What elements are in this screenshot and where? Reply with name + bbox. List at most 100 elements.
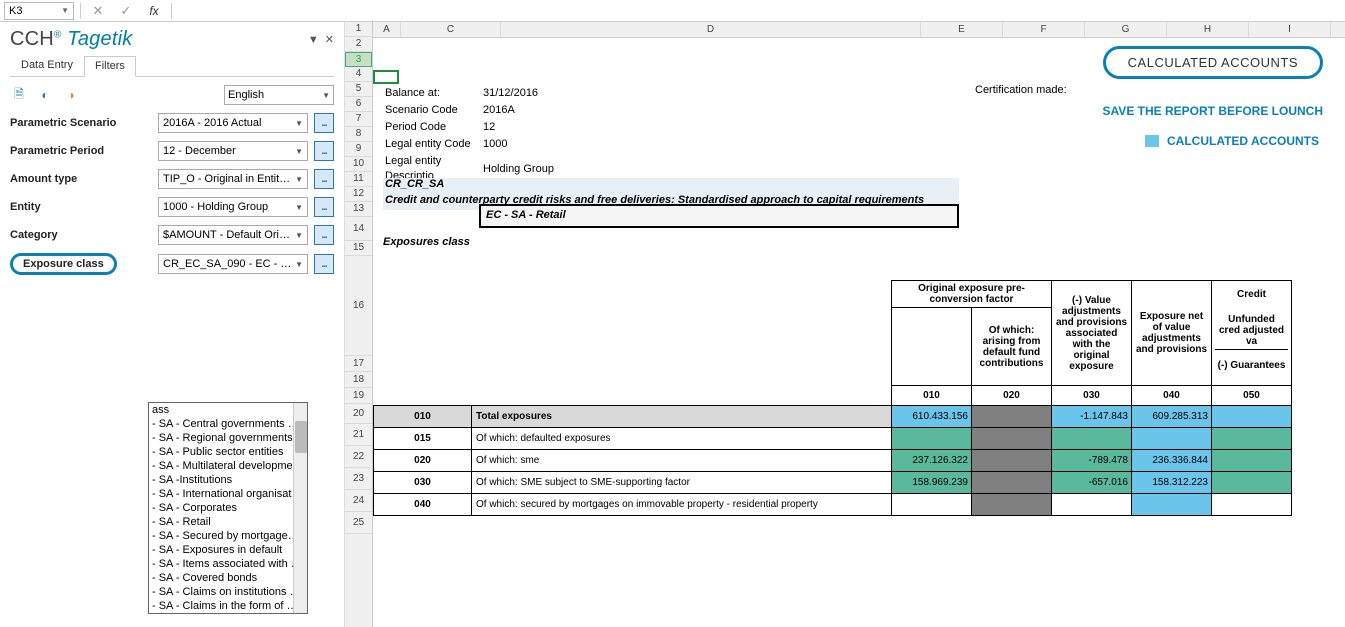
column-header[interactable]: D [501,22,921,37]
data-cell[interactable] [1052,494,1132,516]
column-header[interactable]: E [921,22,1003,37]
data-cell[interactable] [972,406,1052,428]
accept-formula-icon[interactable]: ✓ [115,2,137,20]
row-header[interactable]: 6 [345,97,372,112]
row-header[interactable]: 24 [345,490,372,512]
row-header[interactable]: 4 [345,67,372,82]
dropdown-option[interactable]: - SA - International organisation [149,487,307,501]
row-header[interactable]: 1 [345,22,372,37]
data-cell[interactable]: 236.336.844 [1132,450,1212,472]
dropdown-option[interactable]: - SA - Public sector entities [149,445,307,459]
row-header[interactable]: 19 [345,388,372,404]
row-header[interactable]: 22 [345,446,372,468]
doc-icon[interactable]: 🗎 [10,86,28,104]
data-cell[interactable] [1212,450,1292,472]
column-header[interactable]: I [1249,22,1331,37]
data-cell[interactable]: -1.147.843 [1052,406,1132,428]
dropdown-option[interactable]: - SA - Regional governments or [149,431,307,445]
tab-filters[interactable]: Filters [84,56,136,77]
data-cell[interactable]: -657.016 [1052,472,1132,494]
data-cell[interactable] [972,450,1052,472]
dropdown-option[interactable]: - SA - Secured by mortgages on [149,529,307,543]
dropdown-option[interactable]: - SA - Claims in the form of CIU [149,599,307,613]
dropdown-option[interactable]: - SA - Corporates [149,501,307,515]
select-amount[interactable]: TIP_O - Original in Entity curre▼ [158,169,308,189]
dropdown-option[interactable]: - SA - Retail [149,515,307,529]
data-cell[interactable]: -789.478 [1052,450,1132,472]
fish1-icon[interactable]: ◐ [36,86,54,104]
row-header[interactable]: 5 [345,82,372,97]
close-panel-icon[interactable]: ✕ [325,33,334,46]
scrollbar-thumb[interactable] [295,421,307,453]
selected-cell[interactable] [373,70,399,84]
select-exposure[interactable]: CR_EC_SA_090 - EC - SA - R▼ [158,254,308,274]
data-cell[interactable] [972,472,1052,494]
row-header[interactable]: 13 [345,202,372,217]
calculated-accounts-button[interactable]: CALCULATED ACCOUNTS [1103,46,1323,79]
dropdown-option[interactable]: ass [149,403,307,417]
data-cell[interactable] [1212,406,1292,428]
browse-entity[interactable]: ... [314,197,334,217]
row-header[interactable]: 12 [345,187,372,202]
data-cell[interactable] [892,494,972,516]
exposure-dropdown[interactable]: ass- SA - Central governments or c- SA -… [148,402,308,614]
data-cell[interactable] [1132,428,1212,450]
dropdown-option[interactable]: - SA - Covered bonds [149,571,307,585]
data-cell[interactable] [1052,428,1132,450]
save-report-link[interactable]: SAVE THE REPORT BEFORE LOUNCH [1103,104,1323,118]
row-header[interactable]: 21 [345,424,372,446]
column-header[interactable]: A [373,22,401,37]
fish2-icon[interactable]: ◑ [62,86,80,104]
dropdown-option[interactable]: - SA - Exposures in default [149,543,307,557]
column-header[interactable]: H [1167,22,1249,37]
data-cell[interactable] [972,428,1052,450]
browse-scenario[interactable]: ... [314,113,334,133]
fx-icon[interactable]: fx [143,2,165,20]
data-cell[interactable]: 609.285.313 [1132,406,1212,428]
browse-exposure[interactable]: ... [314,254,334,274]
row-header[interactable]: 11 [345,172,372,187]
select-entity[interactable]: 1000 - Holding Group▼ [158,197,308,217]
name-box[interactable]: K3 ▼ [4,2,74,20]
data-cell[interactable] [1212,428,1292,450]
data-cell[interactable]: 158.969.239 [892,472,972,494]
column-header[interactable]: G [1085,22,1167,37]
data-cell[interactable] [1212,472,1292,494]
row-header[interactable]: 20 [345,404,372,424]
browse-category[interactable]: ... [314,225,334,245]
row-header[interactable]: 16 [345,256,372,356]
column-header[interactable]: F [1003,22,1085,37]
dropdown-option[interactable]: - SA - Claims on institutions and [149,585,307,599]
data-cell[interactable] [972,494,1052,516]
row-header[interactable]: 15 [345,241,372,256]
data-cell[interactable]: 237.126.322 [892,450,972,472]
dropdown-option[interactable]: - SA -Institutions [149,473,307,487]
select-period[interactable]: 12 - December▼ [158,141,308,161]
select-category[interactable]: $AMOUNT - Default Original A▼ [158,225,308,245]
row-header[interactable]: 7 [345,112,372,127]
browse-amount[interactable]: ... [314,169,334,189]
dropdown-option[interactable]: - SA - Items associated with par [149,557,307,571]
column-header[interactable]: C [401,22,501,37]
data-cell[interactable] [1132,494,1212,516]
data-cell[interactable]: 158.312.223 [1132,472,1212,494]
row-header[interactable]: 14 [345,217,372,241]
row-header[interactable]: 2 [345,37,372,52]
row-header[interactable]: 8 [345,127,372,142]
browse-period[interactable]: ... [314,141,334,161]
row-header[interactable]: 9 [345,142,372,157]
dropdown-option[interactable]: - SA - Multilateral developments [149,459,307,473]
data-cell[interactable] [892,428,972,450]
cancel-formula-icon[interactable]: ✕ [87,2,109,20]
data-cell[interactable] [1212,494,1292,516]
row-header[interactable]: 25 [345,512,372,534]
panel-menu-icon[interactable]: ▼ [308,34,319,46]
row-header[interactable]: 18 [345,372,372,388]
row-header[interactable]: 17 [345,356,372,372]
select-scenario[interactable]: 2016A - 2016 Actual▼ [158,113,308,133]
row-header[interactable]: 3 [345,52,372,67]
row-header[interactable]: 23 [345,468,372,490]
tab-data-entry[interactable]: Data Entry [10,55,84,76]
dropdown-option[interactable]: - SA - Central governments or c [149,417,307,431]
language-select[interactable]: English▼ [224,85,334,105]
